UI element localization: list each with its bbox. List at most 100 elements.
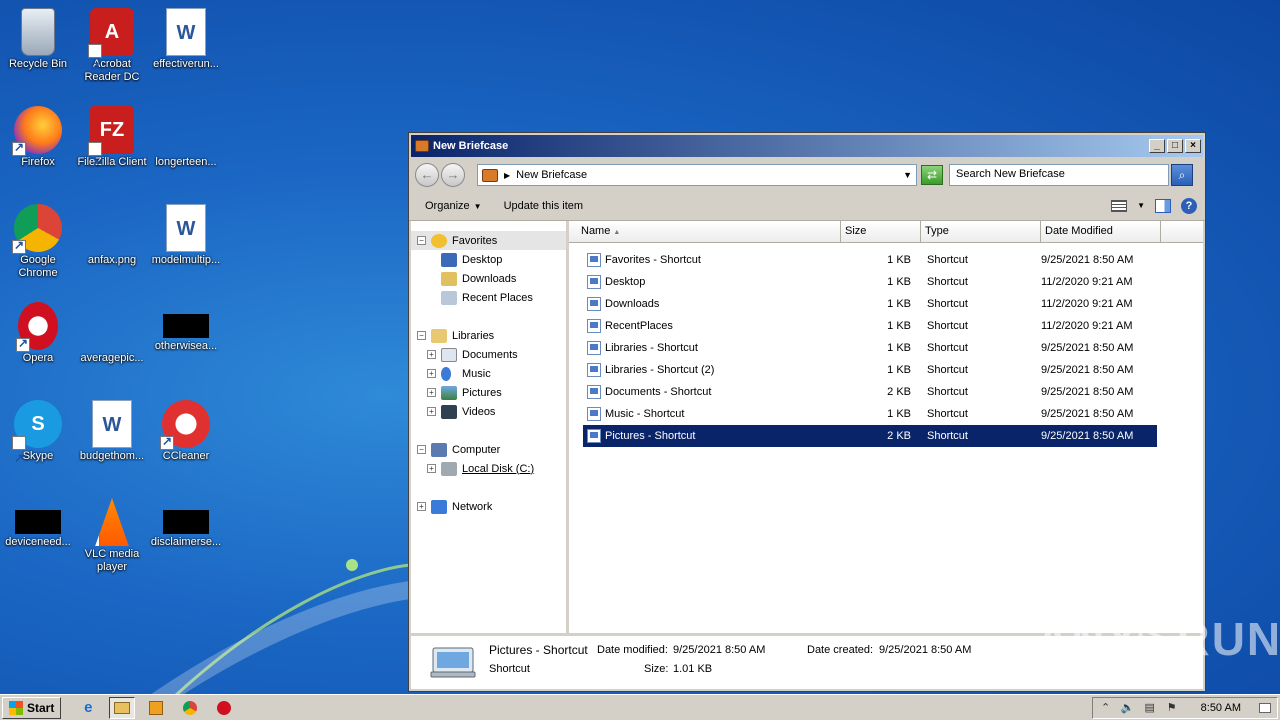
nav-item-computer[interactable]: − Computer — [411, 440, 566, 459]
volume-icon[interactable]: 🔈 — [1121, 702, 1135, 714]
nav-item-downloads[interactable]: Downloads — [411, 269, 566, 288]
file-row[interactable]: Documents - Shortcut 2 KB Shortcut 9/25/202… — [583, 381, 1157, 403]
expand-icon[interactable]: + — [417, 502, 426, 511]
media-player-icon[interactable] — [143, 697, 169, 719]
nav-label: Favorites — [452, 234, 498, 247]
file-row[interactable]: Music - Shortcut 1 KB Shortcut 9/25/2021 8:… — [583, 403, 1157, 425]
file-row[interactable]: Desktop 1 KB Shortcut 11/2/2020 9:21 AM — [583, 271, 1157, 293]
desktop-icon-ccleaner[interactable]: CCleaner — [148, 394, 224, 480]
desktop-icon-modelmultip[interactable]: Wmodelmultip... — [148, 198, 224, 284]
search-input[interactable]: Search New Briefcase — [949, 164, 1169, 186]
file-row[interactable]: Favorites - Shortcut 1 KB Shortcut 9/25/202… — [583, 249, 1157, 271]
file-name: Music - Shortcut — [605, 408, 685, 420]
libraries-icon — [431, 328, 447, 343]
expand-icon[interactable]: + — [427, 388, 436, 397]
search-icon[interactable]: ⌕ — [1171, 164, 1193, 186]
desktop-icon-deviceneed[interactable]: deviceneed... — [0, 492, 76, 578]
word-doc-icon: W — [92, 400, 132, 448]
nav-item-network[interactable]: + Network — [411, 497, 566, 516]
refresh-button[interactable]: ⇄ — [921, 165, 943, 185]
nav-label: Local Disk (C:) — [462, 462, 535, 475]
expand-icon[interactable]: + — [427, 350, 436, 359]
nav-item-recent-places[interactable]: Recent Places — [411, 288, 566, 307]
nav-item-documents[interactable]: + Documents — [411, 345, 566, 364]
start-button[interactable]: Start — [2, 696, 62, 719]
column-date-modified[interactable]: Date Modified — [1041, 221, 1161, 242]
collapse-icon[interactable]: − — [417, 331, 426, 340]
file-row[interactable]: RecentPlaces 1 KB Shortcut 11/2/2020 9:21 A… — [583, 315, 1157, 337]
column-size[interactable]: Size — [841, 221, 921, 242]
view-chevron-down-icon[interactable]: ▼ — [1137, 201, 1145, 210]
expand-icon[interactable]: + — [427, 369, 436, 378]
desktop-icon-recycle-bin[interactable]: Recycle Bin — [0, 2, 76, 88]
file-date: 9/25/2021 8:50 AM — [1041, 342, 1134, 354]
nav-item-pictures[interactable]: + Pictures — [411, 383, 566, 402]
column-name-label: Name — [581, 225, 611, 237]
file-row[interactable]: Pictures - Shortcut 2 KB Shortcut 9/25/2021… — [583, 425, 1157, 447]
desktop-icon-vlc-media-player[interactable]: VLC media player — [74, 492, 150, 578]
nav-item-libraries[interactable]: − Libraries — [411, 326, 566, 345]
desktop-icon-longerteen[interactable]: longerteen... — [148, 100, 224, 186]
expand-icon[interactable]: + — [427, 407, 436, 416]
back-button[interactable]: ← — [415, 163, 439, 187]
desktop-icon-skype[interactable]: SSkype — [0, 394, 76, 482]
column-type[interactable]: Type — [921, 221, 1041, 242]
desktop-icon-averagepic[interactable]: averagepic... — [74, 296, 150, 382]
file-name: Pictures - Shortcut — [605, 430, 696, 442]
tray-expand-icon[interactable]: ⌃ — [1099, 702, 1113, 714]
desktop-icon-opera[interactable]: Opera — [0, 296, 76, 382]
file-icon — [162, 106, 210, 154]
organize-button[interactable]: Organize ▼ — [417, 197, 490, 215]
desktop-icon-label: Recycle Bin — [8, 58, 68, 70]
desktop-icon-disclaimerse[interactable]: disclaimerse... — [148, 492, 224, 578]
star-icon — [431, 233, 447, 248]
maximize-button[interactable]: □ — [1167, 139, 1183, 153]
desktop-icon-label: Skype — [22, 450, 54, 462]
desktop-icon-budgethom[interactable]: Wbudgethom... — [74, 394, 150, 480]
nav-item-music[interactable]: + Music — [411, 364, 566, 383]
file-row[interactable]: Downloads 1 KB Shortcut 11/2/2020 9:21 AM — [583, 293, 1157, 315]
update-item-button[interactable]: Update this item — [496, 197, 591, 215]
forward-button[interactable]: → — [441, 163, 465, 187]
desktop-icon-filezilla-client[interactable]: FZFileZilla Client — [74, 100, 150, 188]
desktop-icon-anfax-png[interactable]: anfax.png — [74, 198, 150, 284]
view-details-icon[interactable] — [1111, 199, 1128, 212]
address-bar[interactable]: ▶ New Briefcase ▼ — [477, 164, 917, 186]
preview-pane-icon[interactable] — [1155, 198, 1171, 213]
desktop-icon-label: deviceneed... — [5, 536, 71, 548]
desktop-icon-effectiverun[interactable]: Weffectiverun... — [148, 2, 224, 88]
network-tray-icon[interactable]: ▤ — [1143, 702, 1157, 714]
title-bar[interactable]: New Briefcase _ □ × — [411, 135, 1203, 157]
chevron-down-icon[interactable]: ▼ — [903, 170, 912, 180]
file-row[interactable]: Libraries - Shortcut 1 KB Shortcut 9/25/202… — [583, 337, 1157, 359]
clock[interactable]: 8:50 AM — [1201, 702, 1241, 714]
nav-item-local-disk[interactable]: + Local Disk (C:) — [411, 459, 566, 478]
ie-icon[interactable]: e — [75, 697, 101, 719]
nav-item-desktop[interactable]: Desktop — [411, 250, 566, 269]
chrome-taskbar-icon[interactable] — [177, 697, 203, 719]
file-row[interactable]: Libraries - Shortcut (2) 1 KB Shortcut 9/25… — [583, 359, 1157, 381]
file-name-cell: Documents - Shortcut — [583, 385, 841, 399]
explorer-taskbar-icon[interactable] — [109, 696, 136, 719]
desktop-icon-otherwisea[interactable]: otherwisea... — [148, 296, 224, 382]
desktop-icon-acrobat-reader-dc[interactable]: AAcrobat Reader DC — [74, 2, 150, 90]
column-name[interactable]: Name ▲ — [569, 221, 841, 242]
action-center-flag-icon[interactable]: ⚑ — [1165, 702, 1179, 714]
desktop-icon-firefox[interactable]: Firefox — [0, 100, 76, 186]
breadcrumb[interactable]: New Briefcase — [516, 169, 587, 181]
desktop-icon-google-chrome[interactable]: Google Chrome — [0, 198, 76, 284]
expand-icon[interactable]: + — [427, 464, 436, 473]
nav-item-videos[interactable]: + Videos — [411, 402, 566, 421]
collapse-icon[interactable]: − — [417, 236, 426, 245]
show-desktop-button[interactable] — [1259, 702, 1271, 713]
desktop-icon — [441, 252, 457, 267]
black-file-icon — [163, 314, 209, 338]
details-date-modified: 9/25/2021 8:50 AM — [673, 644, 766, 656]
close-button[interactable]: × — [1185, 139, 1201, 153]
breadcrumb-arrow-icon[interactable]: ▶ — [504, 171, 510, 180]
minimize-button[interactable]: _ — [1149, 139, 1165, 153]
opera-taskbar-icon[interactable] — [211, 697, 237, 719]
nav-item-favorites[interactable]: − Favorites — [411, 231, 566, 250]
collapse-icon[interactable]: − — [417, 445, 426, 454]
help-icon[interactable]: ? — [1181, 197, 1197, 214]
